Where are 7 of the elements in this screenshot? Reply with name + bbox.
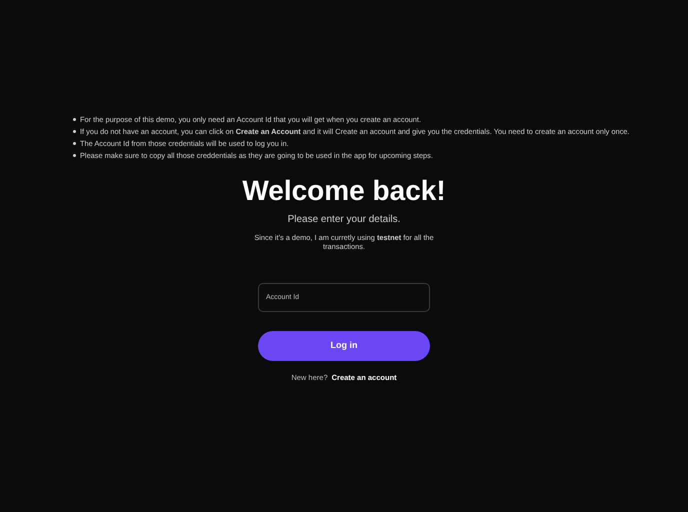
bullet-icon — [73, 130, 76, 133]
bullet-icon — [73, 142, 76, 145]
welcome-heading: Welcome back! — [242, 174, 446, 208]
login-button[interactable]: Log in — [258, 331, 430, 361]
bullet-icon — [73, 118, 76, 121]
subtitle-text: Please enter your details. — [288, 213, 400, 227]
bullet-icon — [73, 154, 76, 157]
